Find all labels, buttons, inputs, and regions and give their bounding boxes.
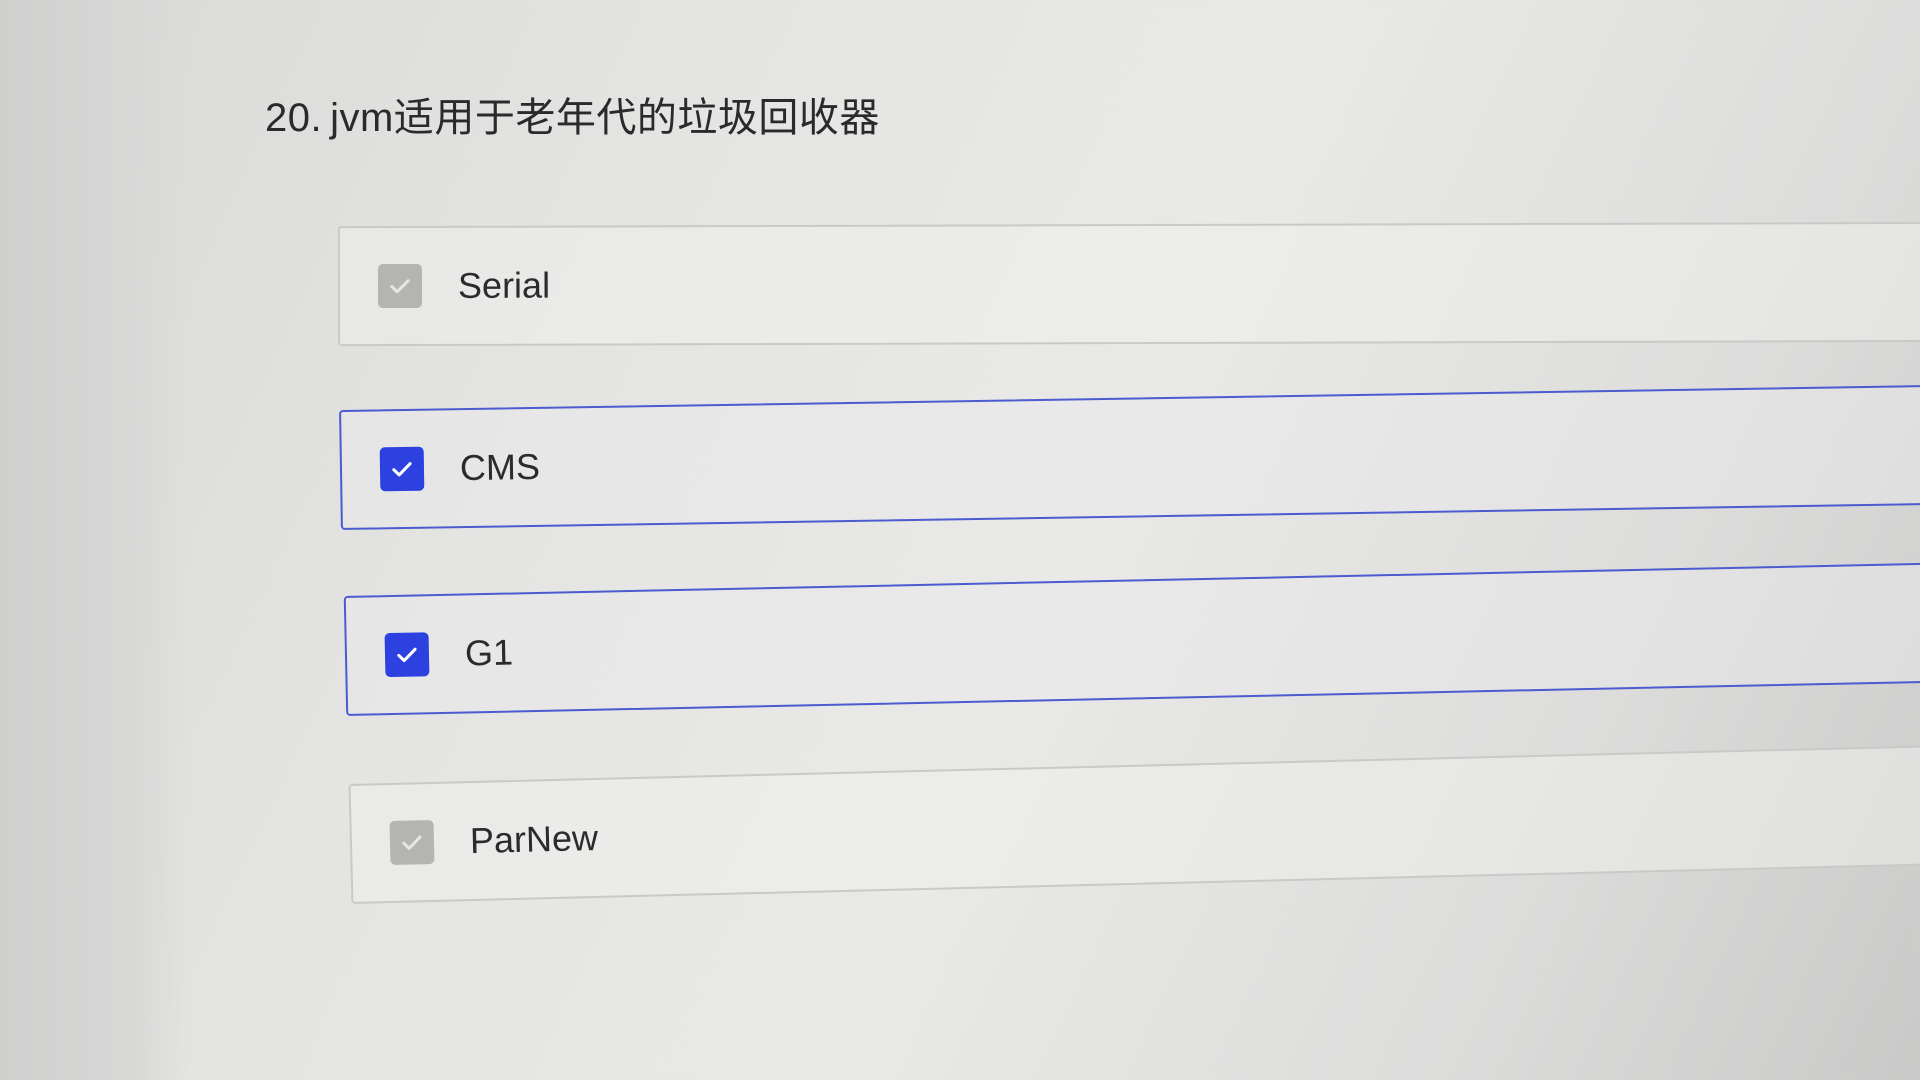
option-cms[interactable]: CMS <box>339 384 1920 530</box>
check-icon <box>392 462 412 477</box>
option-label: ParNew <box>469 816 599 862</box>
background-shade <box>0 0 190 1080</box>
check-icon <box>397 647 417 663</box>
option-serial[interactable]: Serial <box>337 221 1920 347</box>
question-title: 20. jvm适用于老年代的垃圾回收器 <box>265 85 880 143</box>
checkbox[interactable] <box>379 446 425 492</box>
option-label: Serial <box>457 264 551 306</box>
question-text: jvm适用于老年代的垃圾回收器 <box>330 96 880 140</box>
option-label: G1 <box>464 631 514 674</box>
question-number: 20. <box>265 96 323 140</box>
checkbox[interactable] <box>377 263 423 309</box>
option-parnew[interactable]: ParNew <box>348 743 1920 904</box>
checkbox[interactable] <box>384 632 430 678</box>
check-icon <box>402 835 422 850</box>
option-label: CMS <box>459 445 541 489</box>
checkbox[interactable] <box>389 819 435 866</box>
check-icon <box>390 279 410 294</box>
option-g1[interactable]: G1 <box>343 561 1920 716</box>
